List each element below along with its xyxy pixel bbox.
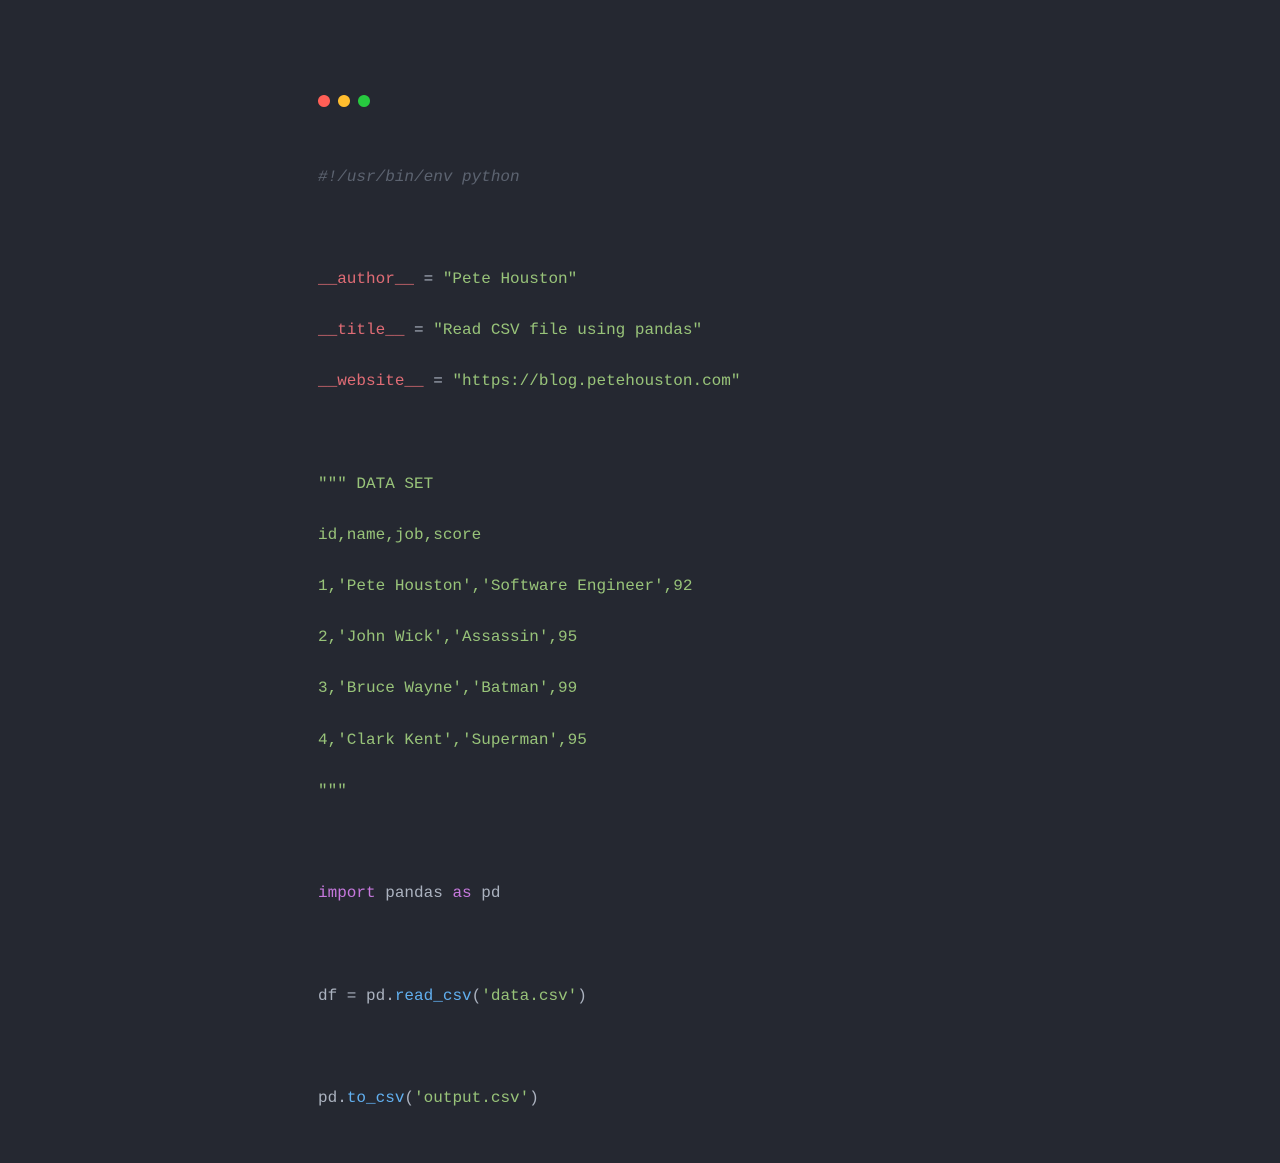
maximize-icon[interactable] (358, 95, 370, 107)
minimize-icon[interactable] (338, 95, 350, 107)
window-controls (318, 95, 1280, 107)
docstring-close: """ (318, 782, 347, 800)
code-editor-window: #!/usr/bin/env python __author__ = "Pete… (0, 0, 1280, 1163)
title-value: "Read CSV file using pandas" (433, 321, 702, 339)
import-keyword: import (318, 884, 376, 902)
read-csv-call: read_csv (395, 987, 472, 1005)
docstring-line: 4,'Clark Kent','Superman',95 (318, 731, 587, 749)
as-keyword: as (452, 884, 471, 902)
title-key: __title__ (318, 321, 404, 339)
author-value: "Pete Houston" (443, 270, 577, 288)
module-name: pandas (385, 884, 443, 902)
variable-df: df (318, 987, 337, 1005)
shebang-comment: #!/usr/bin/env python (318, 168, 520, 186)
read-csv-arg: 'data.csv' (481, 987, 577, 1005)
docstring-line: 2,'John Wick','Assassin',95 (318, 628, 577, 646)
website-key: __website__ (318, 372, 424, 390)
module-alias: pd (481, 884, 500, 902)
to-csv-call: to_csv (347, 1089, 405, 1107)
author-key: __author__ (318, 270, 414, 288)
to-csv-arg: 'output.csv' (414, 1089, 529, 1107)
docstring-line: 1,'Pete Houston','Software Engineer',92 (318, 577, 692, 595)
website-value: "https://blog.petehouston.com" (452, 372, 740, 390)
docstring-line: id,name,job,score (318, 526, 481, 544)
close-icon[interactable] (318, 95, 330, 107)
docstring-line: 3,'Bruce Wayne','Batman',99 (318, 679, 577, 697)
docstring-open: """ DATA SET (318, 475, 433, 493)
code-content: #!/usr/bin/env python __author__ = "Pete… (318, 139, 1280, 1163)
